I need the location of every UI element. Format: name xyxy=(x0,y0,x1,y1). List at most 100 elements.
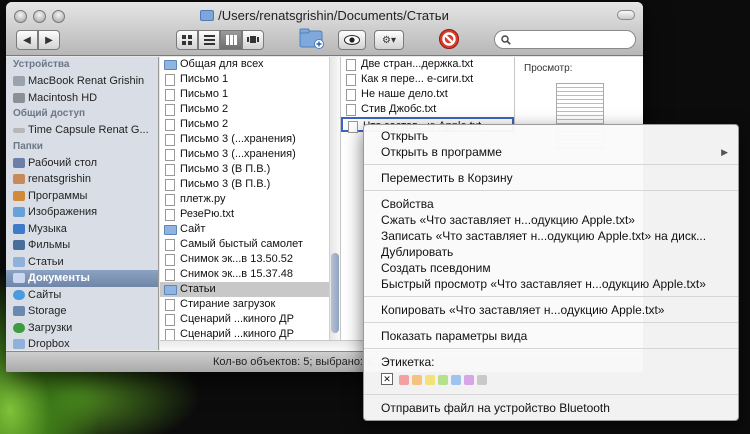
list-item[interactable]: РезеРю.txt xyxy=(160,207,340,222)
list-item[interactable]: Не наше дело.txt xyxy=(341,87,514,102)
label-color-swatch[interactable] xyxy=(438,374,448,385)
sidebar-item-articles[interactable]: Статьи xyxy=(6,254,158,271)
search-input[interactable] xyxy=(494,30,636,49)
list-item[interactable]: Письмо 3 (В П.В.) xyxy=(160,177,340,192)
list-item[interactable]: Письмо 2 xyxy=(160,117,340,132)
icon-view-button[interactable] xyxy=(176,30,198,50)
list-view-icon xyxy=(203,35,215,45)
menu-item-move-to-trash[interactable]: Переместить в Корзину xyxy=(364,170,738,186)
eye-icon xyxy=(344,35,360,45)
document-icon xyxy=(165,209,175,221)
menu-item-show-view-options[interactable]: Показать параметры вида xyxy=(364,328,738,344)
list-item[interactable]: Две стран...держка.txt xyxy=(341,57,514,72)
folder-icon xyxy=(200,10,215,21)
list-item[interactable]: Стирание загрузок xyxy=(160,297,340,312)
label-none-button[interactable]: ✕ xyxy=(381,373,393,385)
harddisk-icon xyxy=(13,92,25,103)
document-icon xyxy=(165,194,175,206)
sidebar-item-movies[interactable]: Фильмы xyxy=(6,237,158,254)
document-icon xyxy=(165,254,175,266)
home-icon xyxy=(13,174,25,184)
sidebar-item-time-capsule[interactable]: Time Capsule Renat G... xyxy=(6,122,158,139)
menu-item-burn[interactable]: Записать «Что заставляет н...одукцию App… xyxy=(364,228,738,244)
sidebar-item-music[interactable]: Музыка xyxy=(6,221,158,238)
list-item[interactable]: Письмо 3 (...хранения) xyxy=(160,132,340,147)
sidebar-item-downloads[interactable]: Загрузки xyxy=(6,320,158,337)
list-item[interactable]: Как я пере... е-сиги.txt xyxy=(341,72,514,87)
gear-icon: ⚙▾ xyxy=(382,34,396,46)
list-item[interactable]: плетж.ру xyxy=(160,192,340,207)
document-icon xyxy=(165,134,175,146)
label-color-swatch[interactable] xyxy=(412,374,422,385)
document-icon xyxy=(165,119,175,131)
menu-item-duplicate[interactable]: Дублировать xyxy=(364,244,738,260)
sidebar-item-dropbox[interactable]: Dropbox xyxy=(6,336,158,350)
list-item[interactable]: Сайт▶ xyxy=(160,222,340,237)
list-item[interactable]: Сценарий ...киного ДР xyxy=(160,327,340,340)
coverflow-view-button[interactable] xyxy=(242,30,264,50)
list-item[interactable]: Снимок эк...в 15.37.48 xyxy=(160,267,340,282)
menu-item-quick-look[interactable]: Быстрый просмотр «Что заставляет н...оду… xyxy=(364,276,738,292)
column-view-icon xyxy=(225,35,237,45)
menu-item-make-alias[interactable]: Создать псевдоним xyxy=(364,260,738,276)
label-color-swatch[interactable] xyxy=(477,374,487,385)
scrollbar-thumb[interactable] xyxy=(331,253,339,333)
list-item[interactable]: Стив Джобс.txt xyxy=(341,102,514,117)
sidebar-header-places: Папки xyxy=(13,140,43,152)
menu-item-open[interactable]: Открыть xyxy=(364,128,738,144)
quick-look-button[interactable] xyxy=(338,30,366,50)
label-color-swatch[interactable] xyxy=(425,374,435,385)
label-color-swatch[interactable] xyxy=(399,374,409,385)
list-item[interactable]: Самый быстый самолет xyxy=(160,237,340,252)
list-item[interactable]: Сценарий ...киного ДР xyxy=(160,312,340,327)
sidebar-item-home[interactable]: renatsgrishin xyxy=(6,171,158,188)
list-item[interactable]: Письмо 1 xyxy=(160,72,340,87)
label-color-swatch[interactable] xyxy=(451,374,461,385)
submenu-arrow-icon: ▶ xyxy=(721,147,728,157)
sidebar-item-macbook[interactable]: MacBook Renat Grishin xyxy=(6,73,158,90)
toolbar-toggle-button[interactable] xyxy=(617,10,635,20)
stop-button[interactable] xyxy=(438,28,460,50)
movies-icon xyxy=(13,240,25,250)
document-icon xyxy=(165,74,175,86)
list-item[interactable]: Письмо 3 (...хранения) xyxy=(160,147,340,162)
menu-item-copy[interactable]: Копировать «Что заставляет н...одукцию A… xyxy=(364,302,738,318)
document-icon xyxy=(165,179,175,191)
back-button[interactable]: ◀ xyxy=(16,30,38,50)
sidebar-item-pictures[interactable]: Изображения xyxy=(6,204,158,221)
coverflow-icon xyxy=(247,36,259,43)
prohibited-icon xyxy=(439,29,459,49)
list-view-button[interactable] xyxy=(198,30,220,50)
menu-item-open-with[interactable]: Открыть в программе ▶ xyxy=(364,144,738,160)
text-file-icon xyxy=(346,59,356,71)
list-item[interactable]: Письмо 1 xyxy=(160,87,340,102)
list-item[interactable]: Письмо 3 (В П.В.) xyxy=(160,162,340,177)
action-menu-button[interactable]: ⚙▾ xyxy=(374,30,404,50)
column-scrollbar[interactable] xyxy=(329,57,340,340)
list-item[interactable]: Статьи▶ xyxy=(160,282,340,297)
sidebar-item-applications[interactable]: Программы xyxy=(6,188,158,205)
storage-icon xyxy=(13,306,25,316)
menu-separator xyxy=(364,394,738,395)
list-item[interactable]: Снимок эк...в 13.50.52 xyxy=(160,252,340,267)
menu-item-send-bluetooth[interactable]: Отправить файл на устройство Bluetooth xyxy=(364,400,738,416)
new-folder-button[interactable] xyxy=(299,27,325,49)
laptop-icon xyxy=(13,76,25,86)
sidebar-item-storage[interactable]: Storage xyxy=(6,303,158,320)
sidebar-item-sites[interactable]: Сайты xyxy=(6,287,158,304)
menu-item-get-info[interactable]: Свойства xyxy=(364,196,738,212)
music-icon xyxy=(13,223,25,234)
menu-separator xyxy=(364,190,738,191)
column-documents: Общая для всех▶Письмо 1Письмо 1Письмо 2П… xyxy=(160,57,341,340)
sidebar-item-documents[interactable]: Документы xyxy=(6,270,158,287)
list-item[interactable]: Общая для всех▶ xyxy=(160,57,340,72)
menu-item-compress[interactable]: Сжать «Что заставляет н...одукцию Apple.… xyxy=(364,212,738,228)
text-file-icon xyxy=(346,74,356,86)
dropbox-icon xyxy=(13,339,25,349)
sidebar-item-macintosh-hd[interactable]: Macintosh HD xyxy=(6,90,158,107)
label-color-swatch[interactable] xyxy=(464,374,474,385)
forward-button[interactable]: ▶ xyxy=(38,30,60,50)
column-view-button[interactable] xyxy=(220,30,242,50)
sidebar-item-desktop[interactable]: Рабочий стол xyxy=(6,155,158,172)
list-item[interactable]: Письмо 2 xyxy=(160,102,340,117)
